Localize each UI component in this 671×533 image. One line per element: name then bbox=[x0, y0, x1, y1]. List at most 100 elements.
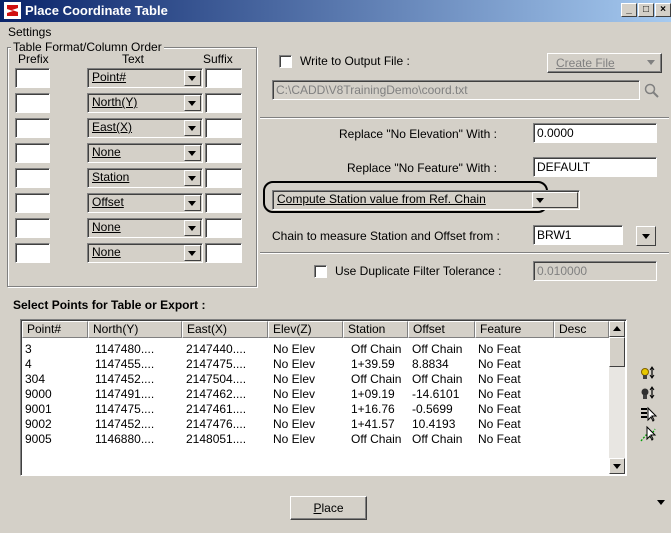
column-text-select[interactable]: North(Y) bbox=[87, 93, 203, 113]
app-logo-icon bbox=[4, 2, 21, 19]
maximize-button[interactable]: □ bbox=[638, 3, 654, 17]
search-icon[interactable] bbox=[643, 82, 661, 100]
table-cell: 1+41.57 bbox=[351, 417, 395, 431]
compute-station-value: Compute Station value from Ref. Chain bbox=[277, 192, 486, 206]
place-button[interactable]: Place bbox=[290, 496, 367, 520]
chevron-down-icon[interactable] bbox=[184, 145, 201, 161]
write-output-checkbox[interactable] bbox=[279, 55, 292, 68]
chevron-down-icon[interactable] bbox=[184, 70, 201, 86]
table-cell: 1+39.59 bbox=[351, 357, 395, 371]
prefix-input[interactable] bbox=[15, 93, 50, 113]
suffix-input[interactable] bbox=[205, 68, 242, 88]
add-point-icon[interactable] bbox=[639, 365, 657, 383]
table-cell: 2147476.... bbox=[186, 417, 247, 431]
chevron-down-icon[interactable] bbox=[184, 245, 201, 261]
chain-input[interactable]: BRW1 bbox=[533, 225, 623, 245]
chevron-down-icon[interactable] bbox=[184, 95, 201, 111]
table-cell: No Feat bbox=[478, 432, 521, 446]
column-text-select[interactable]: Station bbox=[87, 168, 203, 188]
suffix-input[interactable] bbox=[205, 218, 242, 238]
column-text-select[interactable]: Point# bbox=[87, 68, 203, 88]
column-header[interactable]: Elev(Z) bbox=[268, 321, 343, 338]
column-text-select[interactable]: None bbox=[87, 143, 203, 163]
prefix-input[interactable] bbox=[15, 193, 50, 213]
scroll-up-button[interactable] bbox=[609, 321, 625, 337]
chevron-down-icon[interactable] bbox=[184, 170, 201, 186]
chevron-down-icon bbox=[647, 60, 655, 65]
place-button-label: Place bbox=[313, 501, 344, 515]
column-text-select[interactable]: None bbox=[87, 243, 203, 263]
suffix-input[interactable] bbox=[205, 168, 242, 188]
suffix-input[interactable] bbox=[205, 93, 242, 113]
output-file-path[interactable]: C:\CADD\V8TrainingDemo\coord.txt bbox=[272, 80, 640, 100]
table-cell: 9002 bbox=[25, 417, 52, 431]
table-cell: Off Chain bbox=[412, 372, 463, 386]
chain-dropdown-button[interactable] bbox=[636, 226, 656, 246]
table-cell: No Feat bbox=[478, 357, 521, 371]
table-cell: 10.4193 bbox=[412, 417, 456, 431]
close-button[interactable]: × bbox=[655, 3, 671, 17]
prefix-input[interactable] bbox=[15, 168, 50, 188]
table-cell: 2148051.... bbox=[186, 432, 247, 446]
write-output-label: Write to Output File : bbox=[300, 54, 410, 68]
column-header[interactable]: Desc bbox=[554, 321, 609, 338]
table-cell: 1+09.19 bbox=[351, 387, 395, 401]
column-header[interactable]: Point# bbox=[22, 321, 88, 338]
scroll-thumb[interactable] bbox=[609, 337, 625, 367]
select-graphics-icon[interactable] bbox=[639, 425, 657, 443]
table-cell: 1147452.... bbox=[95, 417, 155, 431]
chevron-down-icon[interactable] bbox=[184, 220, 201, 236]
column-header[interactable]: Offset bbox=[408, 321, 475, 338]
column-text-value: Station bbox=[92, 170, 130, 184]
sort-point-icon[interactable] bbox=[639, 385, 657, 403]
expand-arrow-icon[interactable] bbox=[656, 496, 666, 505]
chevron-down-icon bbox=[642, 234, 650, 239]
column-text-value: East(X) bbox=[92, 120, 133, 134]
menu-settings[interactable]: Settings bbox=[8, 24, 68, 40]
table-cell: 1147475.... bbox=[95, 402, 155, 416]
divider bbox=[260, 117, 669, 119]
column-text-select[interactable]: East(X) bbox=[87, 118, 203, 138]
duplicate-filter-checkbox[interactable] bbox=[314, 265, 327, 278]
table-cell: 2147461.... bbox=[186, 402, 247, 416]
prefix-input[interactable] bbox=[15, 143, 50, 163]
suffix-input[interactable] bbox=[205, 118, 242, 138]
chevron-down-icon[interactable] bbox=[184, 120, 201, 136]
divider bbox=[260, 252, 669, 254]
suffix-input[interactable] bbox=[205, 143, 242, 163]
chevron-down-icon[interactable] bbox=[184, 195, 201, 211]
prefix-input[interactable] bbox=[15, 118, 50, 138]
table-cell: 304 bbox=[25, 372, 46, 386]
duplicate-filter-input[interactable]: 0.010000 bbox=[533, 261, 657, 281]
prefix-input[interactable] bbox=[15, 68, 50, 88]
table-cell: -14.6101 bbox=[412, 387, 460, 401]
suffix-input[interactable] bbox=[205, 193, 242, 213]
prefix-input[interactable] bbox=[15, 218, 50, 238]
prefix-input[interactable] bbox=[15, 243, 50, 263]
chevron-down-icon[interactable] bbox=[532, 192, 578, 208]
column-text-select[interactable]: Offset bbox=[87, 193, 203, 213]
table-cell: 1+16.76 bbox=[351, 402, 395, 416]
replace-feature-input[interactable]: DEFAULT bbox=[533, 157, 657, 177]
column-header[interactable]: Station bbox=[343, 321, 408, 338]
table-cell: No Feat bbox=[478, 387, 521, 401]
compute-station-select[interactable]: Compute Station value from Ref. Chain bbox=[272, 190, 580, 210]
table-cell: 2147475.... bbox=[186, 357, 247, 371]
replace-elevation-input[interactable]: 0.0000 bbox=[533, 123, 657, 143]
replace-feature-label: Replace "No Feature" With : bbox=[347, 161, 497, 175]
column-header[interactable]: East(X) bbox=[182, 321, 268, 338]
duplicate-filter-label: Use Duplicate Filter Tolerance : bbox=[335, 264, 502, 278]
table-cell: No Elev bbox=[273, 387, 316, 401]
select-list-icon[interactable] bbox=[639, 405, 658, 423]
table-cell: Off Chain bbox=[412, 432, 463, 446]
create-file-button[interactable]: Create File bbox=[547, 53, 662, 73]
minimize-button[interactable]: _ bbox=[621, 3, 637, 17]
replace-elevation-label: Replace "No Elevation" With : bbox=[339, 127, 497, 141]
suffix-input[interactable] bbox=[205, 243, 242, 263]
table-cell: 3 bbox=[25, 342, 32, 356]
column-header[interactable]: Feature bbox=[475, 321, 554, 338]
scroll-down-button[interactable] bbox=[609, 458, 625, 474]
column-text-value: None bbox=[92, 245, 121, 259]
column-header[interactable]: North(Y) bbox=[88, 321, 182, 338]
column-text-select[interactable]: None bbox=[87, 218, 203, 238]
